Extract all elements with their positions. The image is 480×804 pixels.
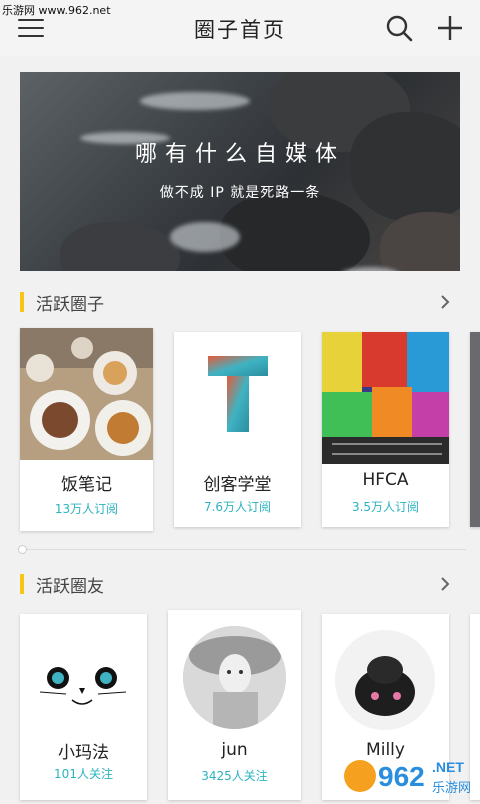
avatar (34, 628, 134, 728)
friend-name: 小玛法 (58, 743, 109, 763)
section-title: 活跃圈友 (36, 577, 104, 597)
section-divider (20, 549, 466, 550)
friend-followers: 3425人关注 (201, 769, 268, 783)
hero-banner[interactable]: 哪有什么自媒体 做不成 IP 就是死路一条 (20, 72, 460, 271)
friend-followers: 101人关注 (54, 767, 113, 781)
circle-card[interactable]: 饭笔记 13万人订阅 (20, 328, 153, 531)
svg-text:.NET: .NET (432, 759, 464, 775)
scroll-indicator (19, 546, 26, 553)
chevron-right-icon[interactable] (438, 576, 452, 591)
friend-card[interactable]: 小玛法 101人关注 (20, 614, 147, 800)
section-header-active-friends: 活跃圈友 (0, 572, 480, 597)
section-header-active-circles: 活跃圈子 (0, 290, 480, 315)
section-accent-bar (20, 292, 24, 312)
avatar (335, 630, 435, 730)
friend-card[interactable]: jun 3425人关注 (168, 610, 301, 800)
circle-subscribers: 13万人订阅 (54, 502, 119, 516)
circle-subscribers: 7.6万人订阅 (203, 500, 272, 514)
svg-text:乐游网: 乐游网 (432, 781, 471, 796)
circle-name: HFCA (362, 470, 409, 490)
friend-name: jun (221, 740, 248, 760)
banner-subtitle: 做不成 IP 就是死路一条 (159, 185, 321, 201)
graffiti-image (322, 332, 449, 464)
section-accent-bar (20, 574, 24, 594)
search-icon[interactable] (385, 14, 413, 42)
food-image (20, 328, 153, 460)
circle-name: 饭笔记 (61, 475, 112, 495)
chevron-right-icon[interactable] (438, 294, 452, 309)
avatar (183, 626, 286, 729)
svg-text:962: 962 (378, 761, 425, 792)
circle-card-partial[interactable] (470, 332, 480, 527)
circle-card[interactable]: 创客学堂 7.6万人订阅 (174, 332, 301, 527)
logo-image (174, 332, 301, 464)
banner-title: 哪有什么自媒体 (134, 142, 345, 167)
circle-subscribers: 3.5万人订阅 (351, 500, 420, 514)
watermark-top-text: 乐游网 www.962.net (2, 4, 111, 17)
circle-card[interactable]: HFCA 3.5万人订阅 (322, 332, 449, 527)
watermark-logo: 962 .NET 乐游网 (340, 742, 480, 800)
circle-name: 创客学堂 (203, 475, 272, 495)
section-title: 活跃圈子 (36, 295, 104, 315)
add-icon[interactable] (436, 14, 464, 42)
